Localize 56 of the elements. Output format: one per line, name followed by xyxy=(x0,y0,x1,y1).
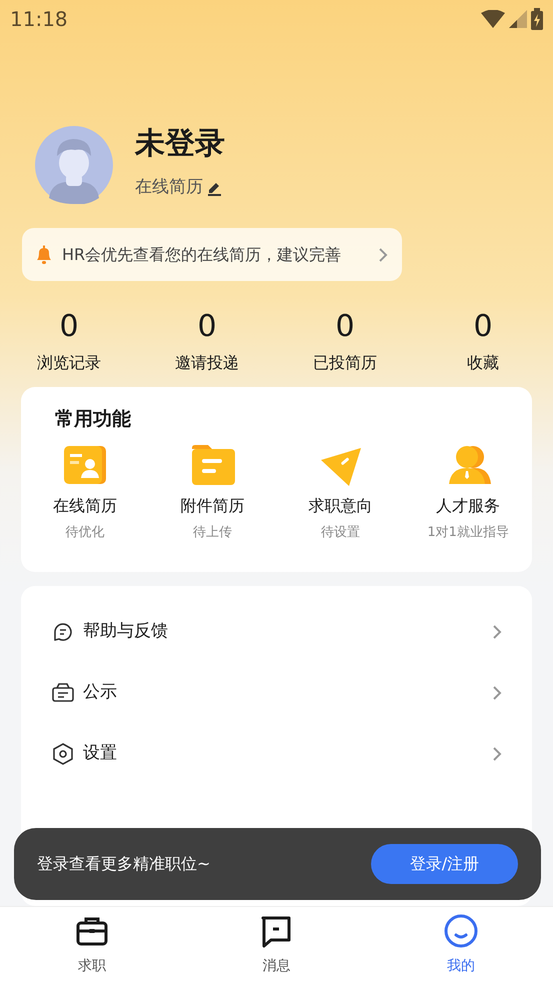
stat-item[interactable]: 0 收藏 xyxy=(414,309,552,375)
function-status: 1对1就业指导 xyxy=(427,524,509,542)
function-item[interactable]: 附件简历 待上传 xyxy=(148,442,276,542)
resume-link-text: 在线简历 xyxy=(135,176,203,200)
stat-item[interactable]: 0 浏览记录 xyxy=(0,309,138,375)
tab-item[interactable]: 求职 xyxy=(0,907,184,984)
menu-item[interactable]: 公示 xyxy=(21,662,532,723)
toast-text: 登录查看更多精准职位~ xyxy=(37,853,210,875)
function-label: 求职意向 xyxy=(308,494,372,516)
stat-value: 0 xyxy=(335,309,355,345)
signal-icon xyxy=(509,10,527,28)
stat-label: 已投简历 xyxy=(313,352,377,374)
function-item[interactable]: 求职意向 待设置 xyxy=(276,442,404,542)
stat-value: 0 xyxy=(59,309,79,345)
menu-item[interactable]: 帮助与反馈 xyxy=(21,601,532,662)
login-button[interactable]: 登录/注册 xyxy=(371,844,518,884)
stat-label: 邀请投递 xyxy=(175,352,239,374)
function-label: 在线简历 xyxy=(52,494,117,516)
menu-label: 公示 xyxy=(83,680,118,704)
chevron-right-icon xyxy=(492,686,502,700)
stat-item[interactable]: 0 邀请投递 xyxy=(138,309,276,375)
edit-icon xyxy=(207,180,222,196)
stat-label: 浏览记录 xyxy=(37,352,101,374)
stat-label: 收藏 xyxy=(467,352,499,374)
avatar-icon xyxy=(35,126,113,204)
menu-label: 设置 xyxy=(83,742,118,765)
wifi-icon xyxy=(481,10,505,28)
status-time: 11:18 xyxy=(10,6,68,33)
menu-label: 帮助与反馈 xyxy=(83,620,169,643)
tab-item[interactable]: 消息 xyxy=(184,907,369,984)
function-label: 人才服务 xyxy=(436,494,500,516)
settings-icon xyxy=(51,742,75,766)
battery-icon xyxy=(531,8,543,30)
function-item[interactable]: 在线简历 待优化 xyxy=(21,442,149,542)
tip-banner[interactable]: HR会优先查看您的在线简历，建议完善 xyxy=(22,228,402,281)
resume-link[interactable]: 在线简历 xyxy=(135,175,225,201)
function-status: 待上传 xyxy=(193,524,232,542)
function-status: 待设置 xyxy=(320,524,360,542)
function-status: 待优化 xyxy=(65,524,104,542)
message-icon xyxy=(259,914,294,948)
chevron-right-icon xyxy=(492,746,502,760)
chevron-right-icon xyxy=(492,624,502,638)
stat-value: 0 xyxy=(197,309,217,345)
bell-icon xyxy=(34,244,54,264)
tip-text: HR会优先查看您的在线简历，建议完善 xyxy=(62,244,342,266)
stat-item[interactable]: 0 已投简历 xyxy=(276,309,414,375)
tab-item[interactable]: 我的 xyxy=(368,907,553,984)
smile-icon xyxy=(444,914,478,948)
section-title: 常用功能 xyxy=(54,407,132,432)
notice-icon xyxy=(51,680,75,704)
user-name: 未登录 xyxy=(135,129,225,160)
chevron-right-icon xyxy=(378,248,388,262)
stat-value: 0 xyxy=(473,309,493,345)
function-item[interactable]: 人才服务 1对1就业指导 xyxy=(404,442,532,542)
menu-item[interactable]: 设置 xyxy=(21,723,532,784)
function-label: 附件简历 xyxy=(180,494,245,516)
